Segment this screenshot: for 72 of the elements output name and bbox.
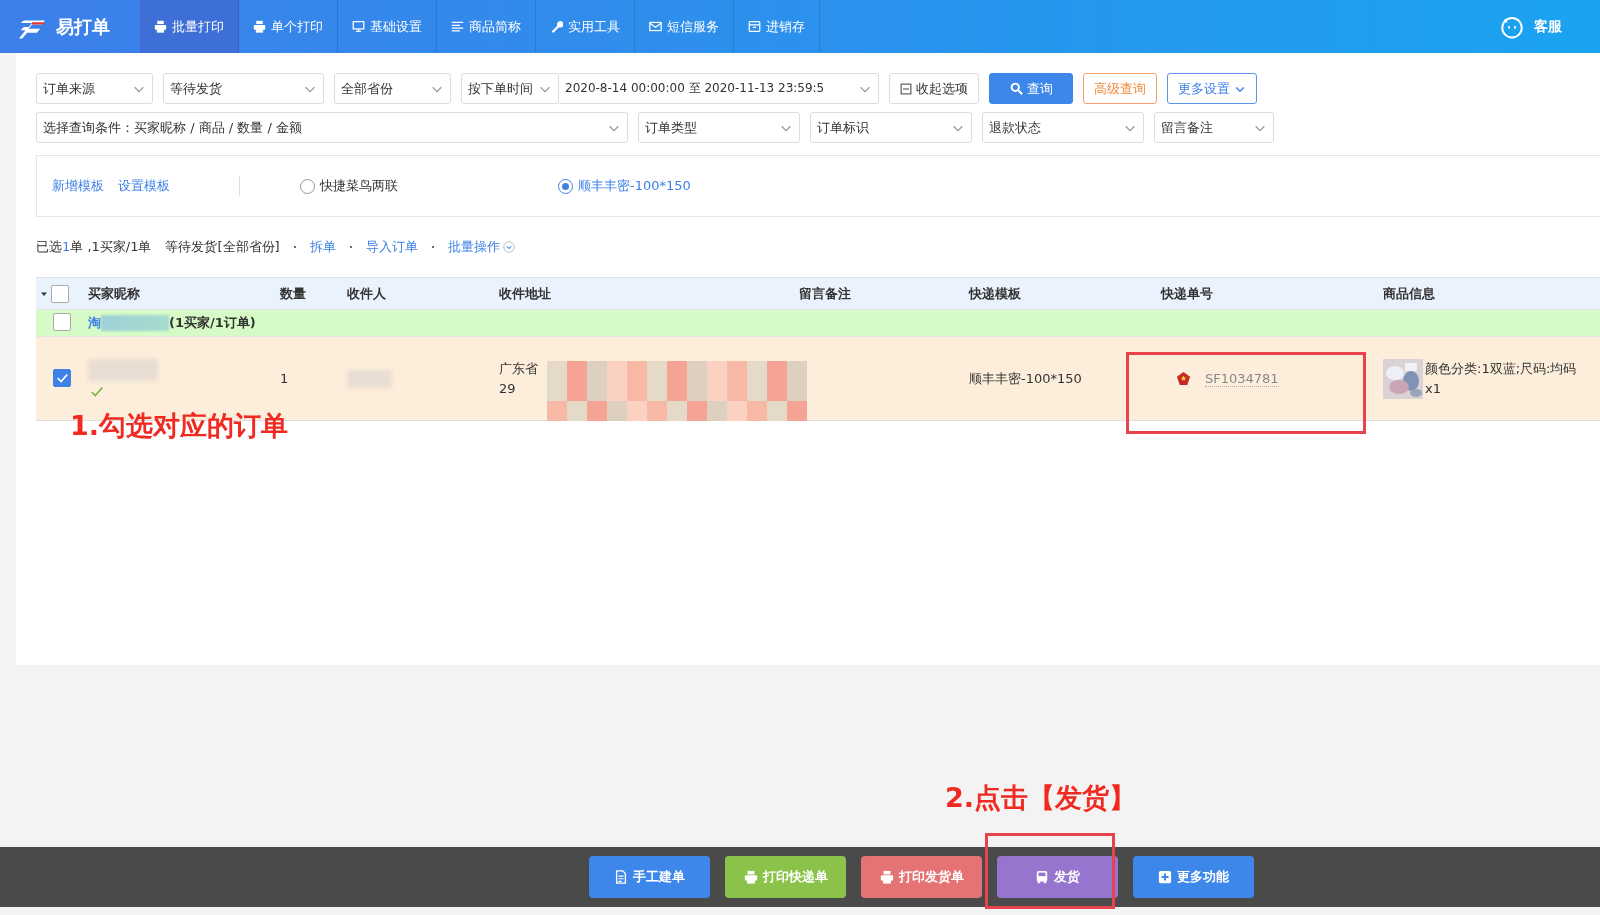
column-header: 快递单号 [1161, 284, 1214, 303]
chevron-circle-icon [502, 241, 515, 253]
template-link[interactable]: 设置模板 [118, 177, 170, 195]
printer-icon [743, 870, 758, 884]
shop-link[interactable]: 淘 [88, 314, 101, 332]
tracking-number: SF1034781 [1205, 370, 1279, 387]
brand-name: 易打单 [56, 14, 110, 39]
checkmark-icon [55, 371, 69, 385]
plus-icon [1158, 870, 1172, 884]
group-count: (1买家/1订单) [169, 314, 256, 332]
column-header: 数量 [280, 284, 307, 303]
group-checkbox[interactable] [53, 313, 71, 331]
dropdown[interactable]: 订单类型 [638, 112, 800, 143]
dropdown[interactable]: 选择查询条件：买家昵称 / 商品 / 数量 / 金额 [36, 112, 628, 143]
badge-icon [1176, 371, 1191, 386]
action-link[interactable]: 批量操作 [447, 238, 515, 256]
column-header: 商品信息 [1383, 284, 1436, 303]
dropdown[interactable]: 订单标识 [810, 112, 972, 143]
date-range-field[interactable]: 2020-8-14 00:00:00 至 2020-11-13 23:59:5 [559, 73, 879, 104]
selection-summary: 已选1单 ,1买家/1单 [36, 238, 152, 256]
address-text: 29 [499, 379, 517, 398]
dropdown[interactable]: 按下单时间 [461, 73, 559, 104]
blurred-text [101, 315, 169, 331]
advanced-search-button[interactable]: 高级查询 [1083, 73, 1157, 104]
dropdown[interactable]: 等待发货 [163, 73, 324, 104]
template-radio[interactable]: 快捷菜鸟两联 [300, 177, 398, 195]
printer-icon [154, 20, 167, 33]
monitor-icon [352, 20, 365, 33]
column-header: 收件人 [347, 284, 387, 303]
wrench-icon [550, 20, 563, 33]
quantity-cell-text: 1 [280, 371, 290, 386]
template-link[interactable]: 新增模板 [52, 177, 104, 195]
dropdown[interactable]: 留言备注 [1154, 112, 1274, 143]
chat-bubble-icon [1500, 14, 1524, 39]
dropdown[interactable]: 订单来源 [36, 73, 153, 104]
annotation-text: 2.点击【发货】 [945, 781, 1137, 815]
search-icon [1009, 82, 1023, 95]
search-button[interactable]: 查询 [989, 73, 1073, 104]
action-link[interactable]: 导入订单 [365, 238, 418, 256]
printer-icon [253, 20, 266, 33]
document-icon [614, 870, 628, 884]
mail-icon [649, 20, 662, 33]
row-checkbox[interactable] [53, 369, 71, 387]
support-link[interactable]: 客服 [1534, 17, 1562, 36]
product-text: x1 [1425, 379, 1442, 398]
list-icon [451, 20, 464, 33]
status-summary: 等待发货[全部省份] [165, 238, 280, 256]
select-all-checkbox[interactable] [51, 284, 69, 303]
bus-icon [1035, 870, 1049, 884]
column-header: 快递模板 [969, 284, 1022, 303]
collapse-icon [900, 82, 912, 95]
nav-tab[interactable]: 批量打印 [140, 0, 239, 53]
printer-icon [879, 870, 894, 884]
action-button[interactable]: 更多功能 [1133, 856, 1254, 898]
action-button[interactable]: 发货 [997, 856, 1118, 898]
column-header: 留言备注 [799, 284, 852, 303]
dropdown[interactable]: 全部省份 [334, 73, 451, 104]
action-button[interactable]: 打印发货单 [861, 856, 982, 898]
dropdown[interactable]: 退款状态 [982, 112, 1144, 143]
checkmark-icon [88, 384, 106, 399]
product-text: 颜色分类:1双蓝;尺码:均码 [1425, 359, 1577, 378]
action-button[interactable]: 打印快递单 [725, 856, 846, 898]
store-icon [748, 20, 761, 33]
template-cell-text: 顺丰丰密-100*150 [969, 369, 1083, 388]
template-radio[interactable]: 顺丰丰密-100*150 [558, 177, 691, 195]
more-settings-button[interactable]: 更多设置 [1167, 73, 1257, 104]
address-text: 广东省 [499, 359, 539, 378]
collapse-button[interactable]: 收起选项 [889, 73, 979, 104]
column-header: 收件地址 [499, 284, 552, 303]
column-header: 买家昵称 [88, 284, 141, 303]
action-button[interactable]: 手工建单 [589, 856, 710, 898]
action-link[interactable]: 拆单 [309, 238, 336, 256]
